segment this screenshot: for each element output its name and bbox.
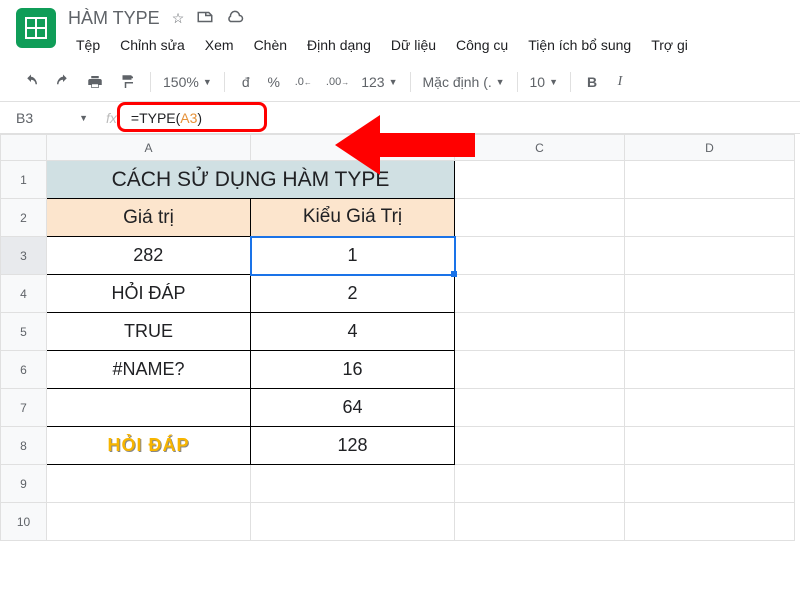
spreadsheet-grid[interactable]: A B C D 1 CÁCH SỬ DỤNG HÀM TYPE 2 Giá tr…	[0, 134, 795, 541]
cell-a9[interactable]	[47, 465, 251, 503]
cell-d8[interactable]	[625, 427, 795, 465]
more-formats-button[interactable]: 123▼	[357, 72, 401, 92]
cell-a10[interactable]	[47, 503, 251, 541]
menubar: Tệp Chỉnh sửa Xem Chèn Định dạng Dữ liệu…	[68, 33, 784, 57]
menu-tools[interactable]: Công cụ	[448, 33, 516, 57]
cell-c8[interactable]	[455, 427, 625, 465]
menu-view[interactable]: Xem	[197, 33, 242, 57]
cell-d2[interactable]	[625, 199, 795, 237]
cell-b10[interactable]	[251, 503, 455, 541]
row-header[interactable]: 1	[1, 161, 47, 199]
menu-data[interactable]: Dữ liệu	[383, 33, 444, 57]
row-header[interactable]: 5	[1, 313, 47, 351]
cell-c6[interactable]	[455, 351, 625, 389]
menu-format[interactable]: Định dạng	[299, 33, 379, 57]
cell-c2[interactable]	[455, 199, 625, 237]
row-header[interactable]: 3	[1, 237, 47, 275]
menu-file[interactable]: Tệp	[68, 33, 108, 57]
cell-d10[interactable]	[625, 503, 795, 541]
font-size-select[interactable]: 10▼	[526, 72, 563, 92]
cell-d4[interactable]	[625, 275, 795, 313]
row-header[interactable]: 8	[1, 427, 47, 465]
row-header[interactable]: 10	[1, 503, 47, 541]
cell-a7[interactable]	[47, 389, 251, 427]
cell-reference: A3	[180, 110, 197, 126]
name-box-value: B3	[16, 110, 33, 126]
undo-button[interactable]	[16, 69, 46, 95]
star-icon[interactable]: ☆	[172, 10, 185, 27]
font-size-value: 10	[530, 74, 546, 90]
select-all-corner[interactable]	[1, 135, 47, 161]
cell-b7[interactable]: 64	[251, 389, 455, 427]
menu-insert[interactable]: Chèn	[246, 33, 295, 57]
sheets-logo[interactable]	[16, 8, 56, 48]
cell-b8[interactable]: 128	[251, 427, 455, 465]
print-button[interactable]	[80, 69, 110, 95]
menu-help[interactable]: Trợ gi	[643, 33, 696, 57]
cell-d3[interactable]	[625, 237, 795, 275]
cell-b3[interactable]: 1	[251, 237, 455, 275]
redo-button[interactable]	[48, 69, 78, 95]
font-name: Mặc định (...	[423, 74, 492, 90]
cell-b2[interactable]: Kiểu Giá Trị	[251, 199, 455, 237]
cell-b9[interactable]	[251, 465, 455, 503]
font-select[interactable]: Mặc định (...▼	[419, 72, 509, 92]
menu-addons[interactable]: Tiện ích bổ sung	[520, 33, 639, 57]
bold-button[interactable]: B	[579, 69, 605, 95]
cell-b4[interactable]: 2	[251, 275, 455, 313]
decrease-decimal-button[interactable]: .0←	[289, 69, 318, 95]
cell-a3[interactable]: 282	[47, 237, 251, 275]
arrow-icon	[335, 115, 485, 175]
cell-a8[interactable]: HỎI ĐÁP	[47, 427, 251, 465]
name-box[interactable]: B3 ▼	[16, 110, 96, 126]
cell-d7[interactable]	[625, 389, 795, 427]
paint-format-button[interactable]	[112, 69, 142, 95]
row-header[interactable]: 4	[1, 275, 47, 313]
zoom-value: 150%	[163, 74, 199, 90]
increase-decimal-button[interactable]: .00→	[320, 69, 355, 95]
cloud-icon[interactable]	[226, 8, 244, 29]
percent-button[interactable]: %	[261, 69, 287, 95]
cell-b5[interactable]: 4	[251, 313, 455, 351]
cell-d1[interactable]	[625, 161, 795, 199]
cell-a5[interactable]: TRUE	[47, 313, 251, 351]
cell-d9[interactable]	[625, 465, 795, 503]
move-icon[interactable]	[196, 8, 214, 29]
zoom-select[interactable]: 150%▼	[159, 72, 216, 92]
cell-b6[interactable]: 16	[251, 351, 455, 389]
cell-c10[interactable]	[455, 503, 625, 541]
cell-a2[interactable]: Giá trị	[47, 199, 251, 237]
cell-c5[interactable]	[455, 313, 625, 351]
cell-d5[interactable]	[625, 313, 795, 351]
currency-button[interactable]: đ	[233, 69, 259, 95]
document-title[interactable]: HÀM TYPE	[68, 8, 160, 29]
fx-icon: fx	[106, 110, 117, 126]
toolbar: 150%▼ đ % .0← .00→ 123▼ Mặc định (...▼ 1…	[0, 63, 800, 102]
cell-c9[interactable]	[455, 465, 625, 503]
cell-d6[interactable]	[625, 351, 795, 389]
row-header[interactable]: 2	[1, 199, 47, 237]
row-header[interactable]: 6	[1, 351, 47, 389]
hoidap-logo: HỎI ĐÁP	[107, 435, 189, 455]
col-header-a[interactable]: A	[47, 135, 251, 161]
cell-a6[interactable]: #NAME?	[47, 351, 251, 389]
cell-c7[interactable]	[455, 389, 625, 427]
cell-c3[interactable]	[455, 237, 625, 275]
col-header-d[interactable]: D	[625, 135, 795, 161]
row-header[interactable]: 7	[1, 389, 47, 427]
cell-a4[interactable]: HỎI ĐÁP	[47, 275, 251, 313]
menu-edit[interactable]: Chỉnh sửa	[112, 33, 193, 57]
italic-button[interactable]: I	[607, 69, 633, 95]
cell-c4[interactable]	[455, 275, 625, 313]
row-header[interactable]: 9	[1, 465, 47, 503]
